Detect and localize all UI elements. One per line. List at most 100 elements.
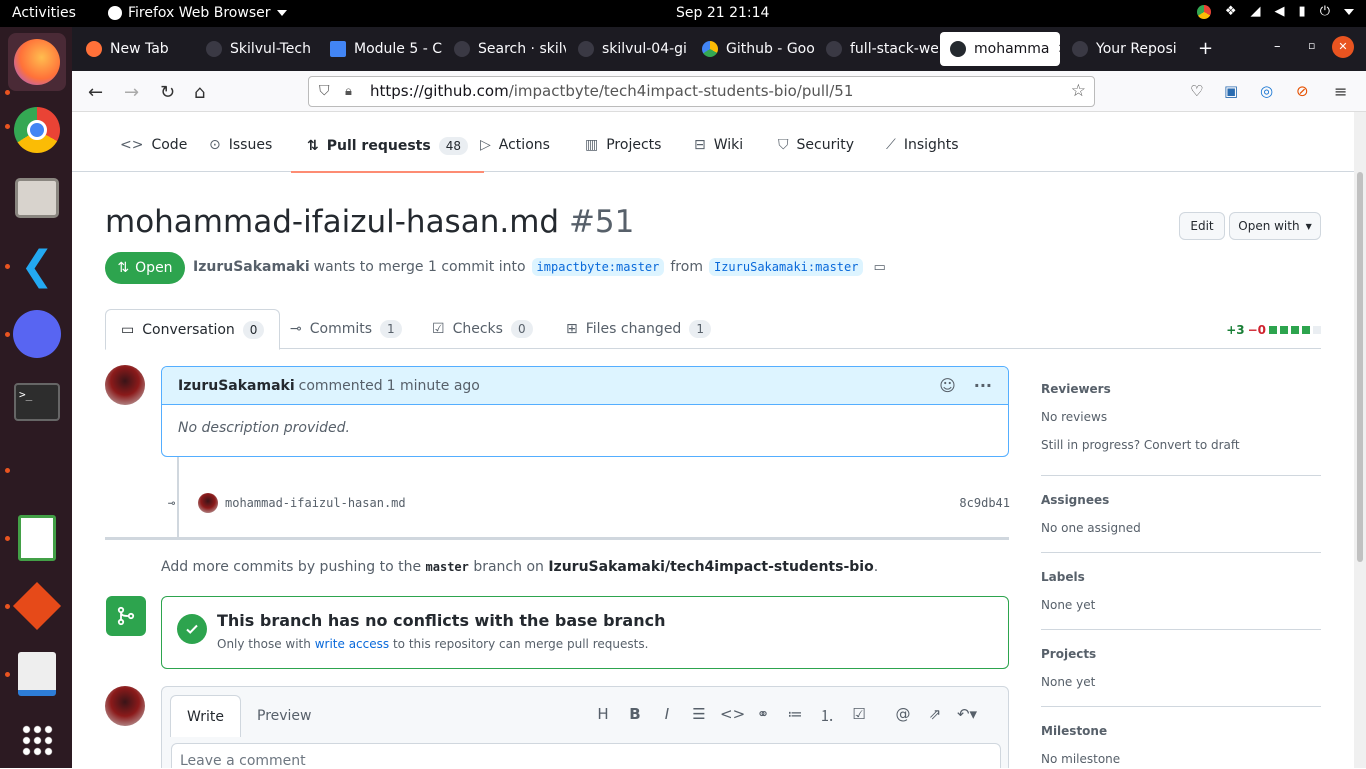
tab-actions[interactable]: ▷ Actions: [480, 137, 550, 153]
new-tab-icon[interactable]: +: [1198, 38, 1213, 59]
avatar[interactable]: [105, 365, 145, 405]
tab-wiki[interactable]: ⊟ Wiki: [694, 137, 743, 153]
shield-icon[interactable]: ⛉: [319, 77, 330, 106]
browser-tab[interactable]: Skilvul-Tech: [196, 32, 318, 66]
battery-icon[interactable]: ▮: [1299, 4, 1306, 19]
tab-code[interactable]: <> Code: [120, 137, 187, 153]
code-icon[interactable]: <>: [720, 705, 745, 726]
forward-icon[interactable]: →: [124, 82, 139, 103]
extension-icon[interactable]: ▣: [1224, 82, 1238, 100]
browser-tab[interactable]: skilvul-04-gi: [568, 32, 690, 66]
tab-projects[interactable]: ▥ Projects: [585, 137, 661, 153]
milestone-heading[interactable]: Milestone: [1041, 724, 1321, 738]
kebab-menu-icon[interactable]: ···: [974, 376, 992, 395]
avatar[interactable]: [198, 493, 218, 513]
wifi-icon[interactable]: ◢: [1251, 4, 1261, 19]
volume-icon[interactable]: ◀: [1275, 4, 1285, 19]
edit-button[interactable]: Edit: [1179, 212, 1225, 240]
commit-message[interactable]: mohammad-ifaizul-hasan.md: [225, 496, 406, 510]
terminal-dock-icon[interactable]: >_: [8, 373, 66, 431]
vscode-dock-icon[interactable]: ❮: [8, 237, 66, 295]
browser-tab[interactable]: Your Reposi: [1062, 32, 1184, 66]
git-cola-dock-icon[interactable]: [8, 577, 66, 635]
chrome-dock-icon[interactable]: [8, 101, 66, 159]
repo-link[interactable]: IzuruSakamaki/tech4impact-students-bio: [548, 559, 873, 575]
avatar[interactable]: [105, 686, 145, 726]
spreadsheet-dock-icon[interactable]: [8, 509, 66, 567]
browser-tab[interactable]: New Tab: [76, 32, 194, 66]
scrollbar[interactable]: [1354, 112, 1366, 768]
scrollbar-thumb[interactable]: [1357, 172, 1363, 562]
bold-icon[interactable]: B: [624, 705, 646, 726]
pocket-icon[interactable]: ♡: [1190, 82, 1203, 100]
clock[interactable]: Sep 21 21:14: [676, 5, 769, 21]
tab-checks[interactable]: ☑ Checks 0: [417, 309, 548, 349]
home-icon[interactable]: ⌂: [194, 82, 205, 103]
smiley-icon[interactable]: ☺: [939, 376, 956, 395]
task-list-icon[interactable]: ☑: [848, 705, 870, 726]
discord-dock-icon[interactable]: [8, 305, 66, 363]
system-tray[interactable]: ❖ ◢ ◀ ▮ ⏻: [1196, 4, 1354, 19]
chrome-tray-icon[interactable]: [1196, 4, 1211, 19]
heading-icon[interactable]: H: [592, 705, 614, 726]
convert-to-draft-link[interactable]: Still in progress? Convert to draft: [1041, 438, 1321, 452]
open-with-button[interactable]: Open with ▼: [1229, 212, 1321, 240]
tab-issues[interactable]: ⊙ Issues: [209, 137, 272, 153]
write-access-link[interactable]: write access: [315, 637, 389, 651]
author-link[interactable]: IzuruSakamaki: [193, 259, 310, 275]
url-bar[interactable]: ⛉ 🔒︎ https://github.com/impactbyte/tech4…: [308, 76, 1095, 107]
tab-preview[interactable]: Preview: [241, 695, 328, 737]
mention-icon[interactable]: @: [892, 705, 914, 726]
quote-icon[interactable]: ☰: [688, 705, 710, 726]
firefox-dock-icon[interactable]: [8, 33, 66, 91]
close-tab-icon[interactable]: ✕: [1058, 42, 1060, 57]
tab-conversation[interactable]: ▭ Conversation 0: [105, 309, 281, 350]
labels-heading[interactable]: Labels: [1041, 570, 1321, 584]
reload-icon[interactable]: ↻: [160, 82, 175, 103]
browser-tab[interactable]: Github - Goo: [692, 32, 814, 66]
browser-tab[interactable]: Module 5 - C: [320, 32, 442, 66]
browser-tab[interactable]: full-stack-we: [816, 32, 938, 66]
power-icon[interactable]: ⏻: [1320, 4, 1330, 19]
tab-commits[interactable]: ⊸ Commits 1: [275, 309, 417, 349]
back-icon[interactable]: ←: [88, 82, 103, 103]
text-editor-dock-icon[interactable]: [8, 645, 66, 703]
commit-sha[interactable]: 8c9db41: [959, 496, 1010, 510]
reviewers-heading[interactable]: Reviewers: [1041, 382, 1321, 396]
lock-icon[interactable]: 🔒︎: [345, 77, 352, 106]
tab-security[interactable]: ⛉ Security: [778, 137, 854, 153]
app-menu[interactable]: Firefox Web Browser: [108, 5, 287, 21]
dropbox-icon[interactable]: ❖: [1225, 4, 1237, 19]
tab-write[interactable]: Write: [170, 695, 241, 737]
tab-insights[interactable]: ⟋ Insights: [886, 137, 959, 153]
projects-heading[interactable]: Projects: [1041, 647, 1321, 661]
comment-time[interactable]: 1 minute ago: [387, 378, 480, 394]
link-icon[interactable]: ⚭: [752, 705, 774, 726]
copy-icon[interactable]: ▭: [873, 260, 885, 275]
minimize-icon[interactable]: –: [1274, 39, 1281, 54]
numbered-list-icon[interactable]: ⒈: [816, 705, 838, 726]
comment-author[interactable]: IzuruSakamaki: [178, 378, 295, 394]
comment-textarea[interactable]: Leave a comment: [171, 743, 1001, 768]
extension-icon[interactable]: ⊘: [1296, 82, 1309, 100]
cross-reference-icon[interactable]: ⇗: [924, 705, 946, 726]
browser-tab-active[interactable]: mohamma✕: [940, 32, 1060, 66]
reply-icon[interactable]: ↶▾: [956, 705, 978, 726]
italic-icon[interactable]: I: [656, 705, 678, 726]
tab-files-changed[interactable]: ⊞ Files changed 1: [551, 309, 726, 349]
files-dock-icon[interactable]: [8, 169, 66, 227]
bookmark-star-icon[interactable]: ☆: [1071, 77, 1086, 106]
activities-button[interactable]: Activities: [12, 5, 76, 21]
close-window-icon[interactable]: ✕: [1332, 36, 1354, 58]
commit-row: ⊸ mohammad-ifaizul-hasan.md 8c9db41: [168, 493, 1010, 513]
maximize-icon[interactable]: ▫: [1308, 39, 1315, 52]
tab-pull-requests[interactable]: ⇅ Pull requests 48: [291, 137, 484, 173]
extension-icon[interactable]: ◎: [1260, 82, 1273, 100]
menu-icon[interactable]: ≡: [1334, 82, 1347, 101]
assignees-heading[interactable]: Assignees: [1041, 493, 1321, 507]
browser-tab[interactable]: Search · skilv: [444, 32, 566, 66]
bulleted-list-icon[interactable]: ≔: [784, 705, 806, 726]
app-grid-icon[interactable]: [8, 711, 66, 769]
head-branch[interactable]: IzuruSakamaki:master: [708, 258, 864, 276]
base-branch[interactable]: impactbyte:master: [531, 258, 665, 276]
